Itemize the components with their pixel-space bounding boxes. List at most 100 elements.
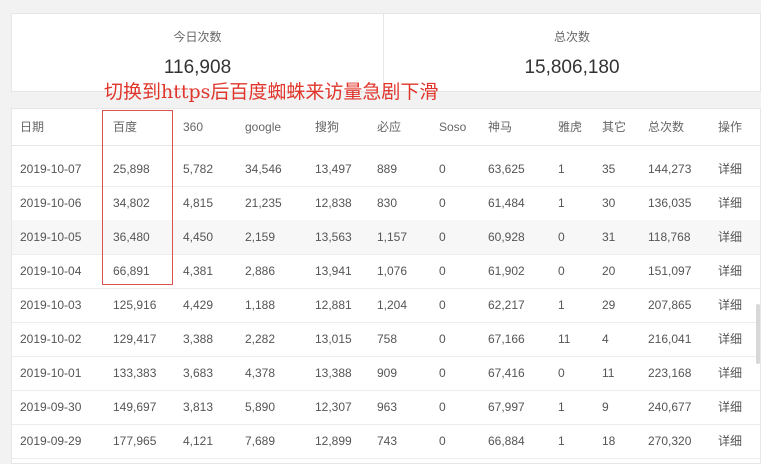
cell-col-sogou: 12,899 xyxy=(315,434,352,448)
cell-col-date: 2019-10-01 xyxy=(20,366,82,380)
cell-col-shenma: 67,416 xyxy=(488,366,525,380)
cell-col-total: 136,035 xyxy=(648,196,692,210)
scrollbar[interactable] xyxy=(756,304,760,364)
table-row: 2019-10-04 66,891 4,381 2,886 13,941 1,076 0 61… xyxy=(12,254,760,289)
detail-link[interactable]: 详细 xyxy=(718,254,742,288)
cell-col-date: 2019-10-05 xyxy=(20,230,82,244)
cell-col-shenma: 66,884 xyxy=(488,434,525,448)
cell-col-soso: 0 xyxy=(439,332,446,346)
cell-col-360: 4,815 xyxy=(183,196,214,210)
today-label: 今日次数 xyxy=(173,30,222,44)
cell-col-soso: 0 xyxy=(439,162,446,176)
cell-col-other: 9 xyxy=(602,400,609,414)
cell-col-other: 30 xyxy=(602,196,616,210)
cell-col-total: 118,768 xyxy=(648,230,691,244)
cell-col-bing: 1,204 xyxy=(377,298,408,312)
header-col-baidu: 百度 xyxy=(113,120,138,134)
cell-col-yahoo: 1 xyxy=(558,434,565,448)
cell-col-total: 240,677 xyxy=(648,400,692,414)
cell-col-google: 4,378 xyxy=(245,366,276,380)
cell-col-other: 18 xyxy=(602,434,616,448)
cell-col-other: 11 xyxy=(602,366,615,380)
annotation-text: 切换到https后百度蜘蛛来访量急剧下滑 xyxy=(104,81,439,103)
cell-col-date: 2019-10-06 xyxy=(20,196,82,210)
cell-col-baidu: 177,965 xyxy=(113,434,157,448)
cell-col-google: 1,188 xyxy=(245,298,276,312)
cell-col-yahoo: 0 xyxy=(558,264,565,278)
cell-col-soso: 0 xyxy=(439,400,446,414)
cell-col-360: 3,683 xyxy=(183,366,214,380)
cell-col-soso: 0 xyxy=(439,196,446,210)
cell-col-google: 21,235 xyxy=(245,196,282,210)
total-value: 15,806,180 xyxy=(524,57,620,78)
cell-col-baidu: 36,480 xyxy=(113,230,150,244)
cell-col-total: 151,097 xyxy=(648,264,692,278)
cell-col-bing: 743 xyxy=(377,434,398,448)
cell-col-360: 3,813 xyxy=(183,400,214,414)
detail-link[interactable]: 详细 xyxy=(718,288,742,322)
cell-col-other: 20 xyxy=(602,264,616,278)
cell-col-360: 3,388 xyxy=(183,332,214,346)
table-row: 2019-10-01 133,383 3,683 4,378 13,388 909 0 67,… xyxy=(12,356,760,391)
cell-col-other: 31 xyxy=(602,230,616,244)
cell-col-date: 2019-10-07 xyxy=(20,162,82,176)
cell-col-other: 4 xyxy=(602,332,609,346)
cell-col-shenma: 61,484 xyxy=(488,196,525,210)
header-col-google: google xyxy=(245,120,282,134)
header-col-sogou: 搜狗 xyxy=(315,120,340,134)
cell-col-shenma: 60,928 xyxy=(488,230,525,244)
cell-col-total: 207,865 xyxy=(648,298,692,312)
cell-col-bing: 758 xyxy=(377,332,398,346)
crawler-table: 日期 百度 360 google 搜狗 必应 Soso 神马 雅虎 其它 总次数 操作 2019-10… xyxy=(11,108,761,464)
header-col-total: 总次数 xyxy=(648,120,685,134)
cell-col-soso: 0 xyxy=(439,230,446,244)
cell-col-google: 34,546 xyxy=(245,162,282,176)
table-row: 2019-09-29 177,965 4,121 7,689 12,899 743 0 66,… xyxy=(12,424,760,459)
header-col-yahoo: 雅虎 xyxy=(558,120,583,134)
cell-col-google: 7,689 xyxy=(245,434,276,448)
cell-col-bing: 909 xyxy=(377,366,398,380)
cell-col-other: 29 xyxy=(602,298,616,312)
cell-col-date: 2019-10-02 xyxy=(20,332,82,346)
detail-link[interactable]: 详细 xyxy=(718,356,742,390)
cell-col-yahoo: 1 xyxy=(558,298,565,312)
cell-col-yahoo: 1 xyxy=(558,162,565,176)
cell-col-bing: 1,076 xyxy=(377,264,408,278)
cell-col-baidu: 125,916 xyxy=(113,298,157,312)
cell-col-sogou: 13,941 xyxy=(315,264,352,278)
cell-col-yahoo: 1 xyxy=(558,400,565,414)
detail-link[interactable]: 详细 xyxy=(718,152,742,186)
detail-link[interactable]: 详细 xyxy=(718,390,742,424)
cell-col-bing: 1,157 xyxy=(377,230,408,244)
cell-col-360: 4,121 xyxy=(183,434,214,448)
cell-col-360: 4,381 xyxy=(183,264,214,278)
cell-col-total: 270,320 xyxy=(648,434,692,448)
cell-col-sogou: 12,307 xyxy=(315,400,352,414)
table-row: 2019-10-06 34,802 4,815 21,235 12,838 830 0 61,… xyxy=(12,186,760,221)
detail-link[interactable]: 详细 xyxy=(718,322,742,356)
cell-col-shenma: 63,625 xyxy=(488,162,525,176)
detail-link[interactable]: 详细 xyxy=(718,424,742,458)
table-row: 2019-10-07 25,898 5,782 34,546 13,497 889 0 63,… xyxy=(12,152,760,187)
header-col-360: 360 xyxy=(183,120,204,134)
detail-link[interactable]: 详细 xyxy=(718,220,742,254)
detail-link[interactable]: 详细 xyxy=(718,186,742,220)
cell-col-baidu: 66,891 xyxy=(113,264,150,278)
header-col-date: 日期 xyxy=(20,120,45,134)
cell-col-google: 2,886 xyxy=(245,264,276,278)
cell-col-sogou: 12,838 xyxy=(315,196,352,210)
table-row: 2019-10-05 36,480 4,450 2,159 13,563 1,157 0 60… xyxy=(12,220,760,255)
table-row: 2019-10-03 125,916 4,429 1,188 12,881 1,204 0 6… xyxy=(12,288,760,323)
cell-col-total: 144,273 xyxy=(648,162,692,176)
cell-col-baidu: 129,417 xyxy=(113,332,157,346)
cell-col-sogou: 13,563 xyxy=(315,230,352,244)
cell-col-baidu: 133,383 xyxy=(113,366,157,380)
cell-col-google: 2,282 xyxy=(245,332,276,346)
cell-col-360: 4,429 xyxy=(183,298,214,312)
table-row: 2019-10-02 129,417 3,388 2,282 13,015 758 0 67,… xyxy=(12,322,760,357)
today-value: 116,908 xyxy=(163,57,232,78)
cell-col-360: 4,450 xyxy=(183,230,214,244)
table-row: 2019-09-30 149,697 3,813 5,890 12,307 963 0 67,… xyxy=(12,390,760,425)
cell-col-google: 5,890 xyxy=(245,400,276,414)
cell-col-date: 2019-09-30 xyxy=(20,400,82,414)
